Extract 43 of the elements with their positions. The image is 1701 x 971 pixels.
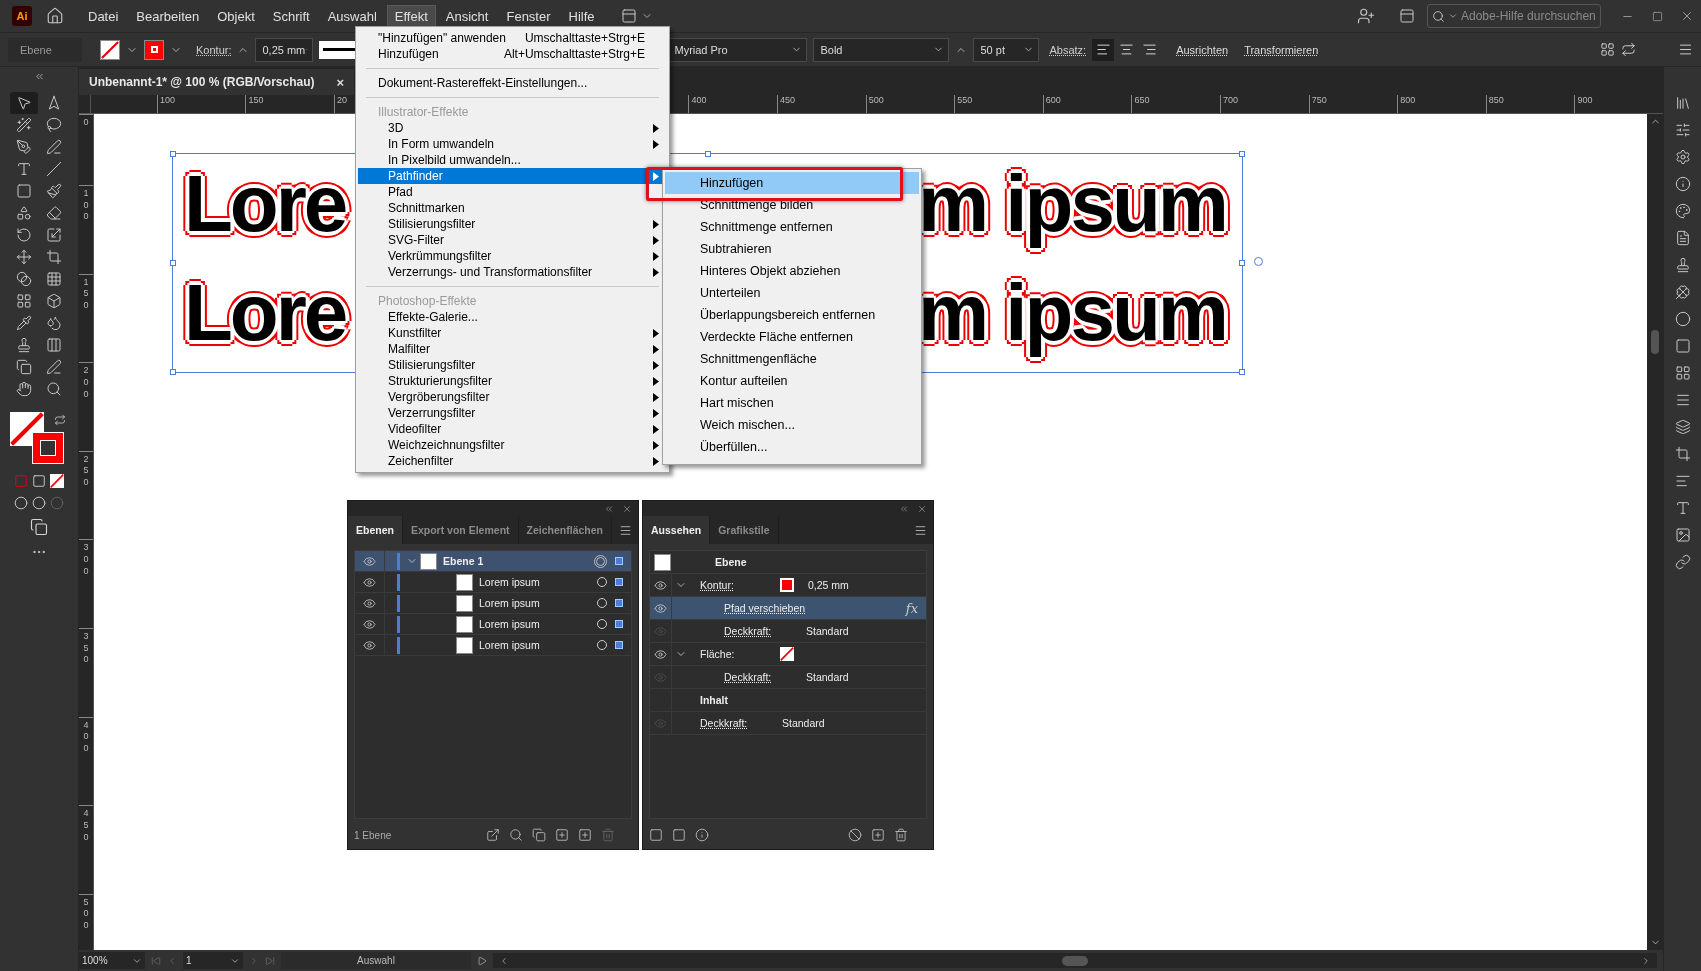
artwork-text: m ipsum	[917, 158, 1227, 250]
appearance-label: Ebene	[715, 556, 747, 568]
layer-name: Ebene 1	[443, 555, 484, 567]
menu-heading: Photoshop-Effekte	[377, 293, 478, 309]
artwork-text: m ipsum	[917, 267, 1227, 359]
shortcut-text: Umschalttaste+Strg+E	[524, 31, 645, 45]
appearance-value: Standard	[782, 717, 825, 729]
ruler-label: 300	[83, 541, 89, 577]
ruler-label: 650	[1131, 95, 1221, 113]
ruler-label: 200	[83, 364, 89, 400]
appearance-value: Standard	[806, 625, 849, 637]
ruler-label: 150	[245, 95, 335, 113]
ruler-label: 250	[83, 452, 89, 488]
ruler-label: 600	[1042, 95, 1132, 113]
ruler-label: 400	[688, 95, 778, 113]
ruler-label: 850	[1485, 95, 1575, 113]
layer-name: Lorem ipsum	[479, 639, 540, 651]
shortcut-text: Alt+Umschalttaste+Strg+E	[503, 47, 645, 61]
ruler-label: 0	[83, 116, 89, 129]
ruler-label: 100	[156, 95, 246, 113]
ruler-label: 500	[83, 895, 89, 931]
ruler-label: 100	[83, 187, 89, 222]
layer-name: Lorem ipsum	[479, 618, 540, 630]
appearance-value: Standard	[806, 671, 849, 683]
ruler-label: 700	[1220, 95, 1309, 113]
ruler-label: 150	[83, 275, 89, 311]
ruler-label: 750	[1308, 95, 1398, 113]
ruler-label: 350	[83, 629, 89, 665]
ruler-label: 500	[865, 95, 955, 113]
status-tool: Auswahl	[281, 952, 471, 969]
appearance-value: 0,25 mm	[808, 579, 849, 591]
ruler-label: 550	[954, 95, 1043, 113]
appearance-label: Inhalt	[700, 694, 728, 706]
ruler-label: 450	[777, 95, 866, 113]
artwork-text: Lore	[183, 158, 347, 250]
selection-label: Ebene	[8, 37, 82, 62]
layer-count: 1 Ebene	[354, 829, 392, 841]
layer-name: Lorem ipsum	[479, 597, 540, 609]
ruler-label: 800	[1397, 95, 1486, 113]
ruler-label: 450	[83, 807, 89, 843]
artwork-text: Lore	[183, 267, 347, 359]
layer-name: Lorem ipsum	[479, 576, 540, 588]
ruler-label: 400	[83, 718, 89, 754]
